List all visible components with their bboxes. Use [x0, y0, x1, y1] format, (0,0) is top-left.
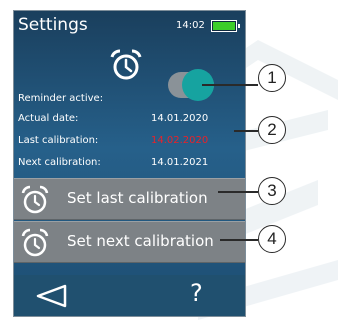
- back-arrow-icon[interactable]: [34, 283, 68, 309]
- set-last-calibration-label: Set last calibration: [67, 189, 208, 207]
- next-calibration-label: Next calibration:: [18, 157, 101, 168]
- last-calibration-label: Last calibration:: [18, 135, 99, 146]
- callout-leader-1: [202, 84, 258, 86]
- alarm-clock-icon: [21, 185, 49, 214]
- callout-1: 1: [258, 64, 286, 92]
- actual-date-value: 14.01.2020: [151, 113, 209, 124]
- callout-leader-2: [234, 130, 258, 132]
- clock: 14:02: [176, 20, 205, 31]
- bottom-bar: ?: [14, 275, 245, 316]
- set-next-calibration-label: Set next calibration: [67, 232, 214, 250]
- callout-leader-4: [220, 239, 258, 241]
- next-calibration-value: 14.01.2021: [151, 157, 209, 168]
- device-screen: Settings 14:02 Reminder active: Actual d…: [14, 11, 245, 316]
- set-next-calibration-button[interactable]: Set next calibration: [14, 221, 245, 263]
- callout-2: 2: [258, 116, 286, 144]
- reminder-label: Reminder active:: [18, 93, 104, 104]
- set-last-calibration-button[interactable]: Set last calibration: [14, 178, 245, 220]
- last-calibration-value: 14.02.2020: [151, 135, 209, 146]
- callout-4: 4: [258, 225, 286, 253]
- battery-icon: [211, 20, 240, 32]
- alarm-clock-icon: [110, 49, 142, 80]
- callout-3: 3: [258, 177, 286, 205]
- alarm-clock-icon: [21, 228, 49, 257]
- actual-date-label: Actual date:: [18, 113, 79, 124]
- page-title: Settings: [18, 15, 88, 35]
- help-button[interactable]: ?: [190, 281, 203, 305]
- callout-leader-3: [218, 191, 258, 193]
